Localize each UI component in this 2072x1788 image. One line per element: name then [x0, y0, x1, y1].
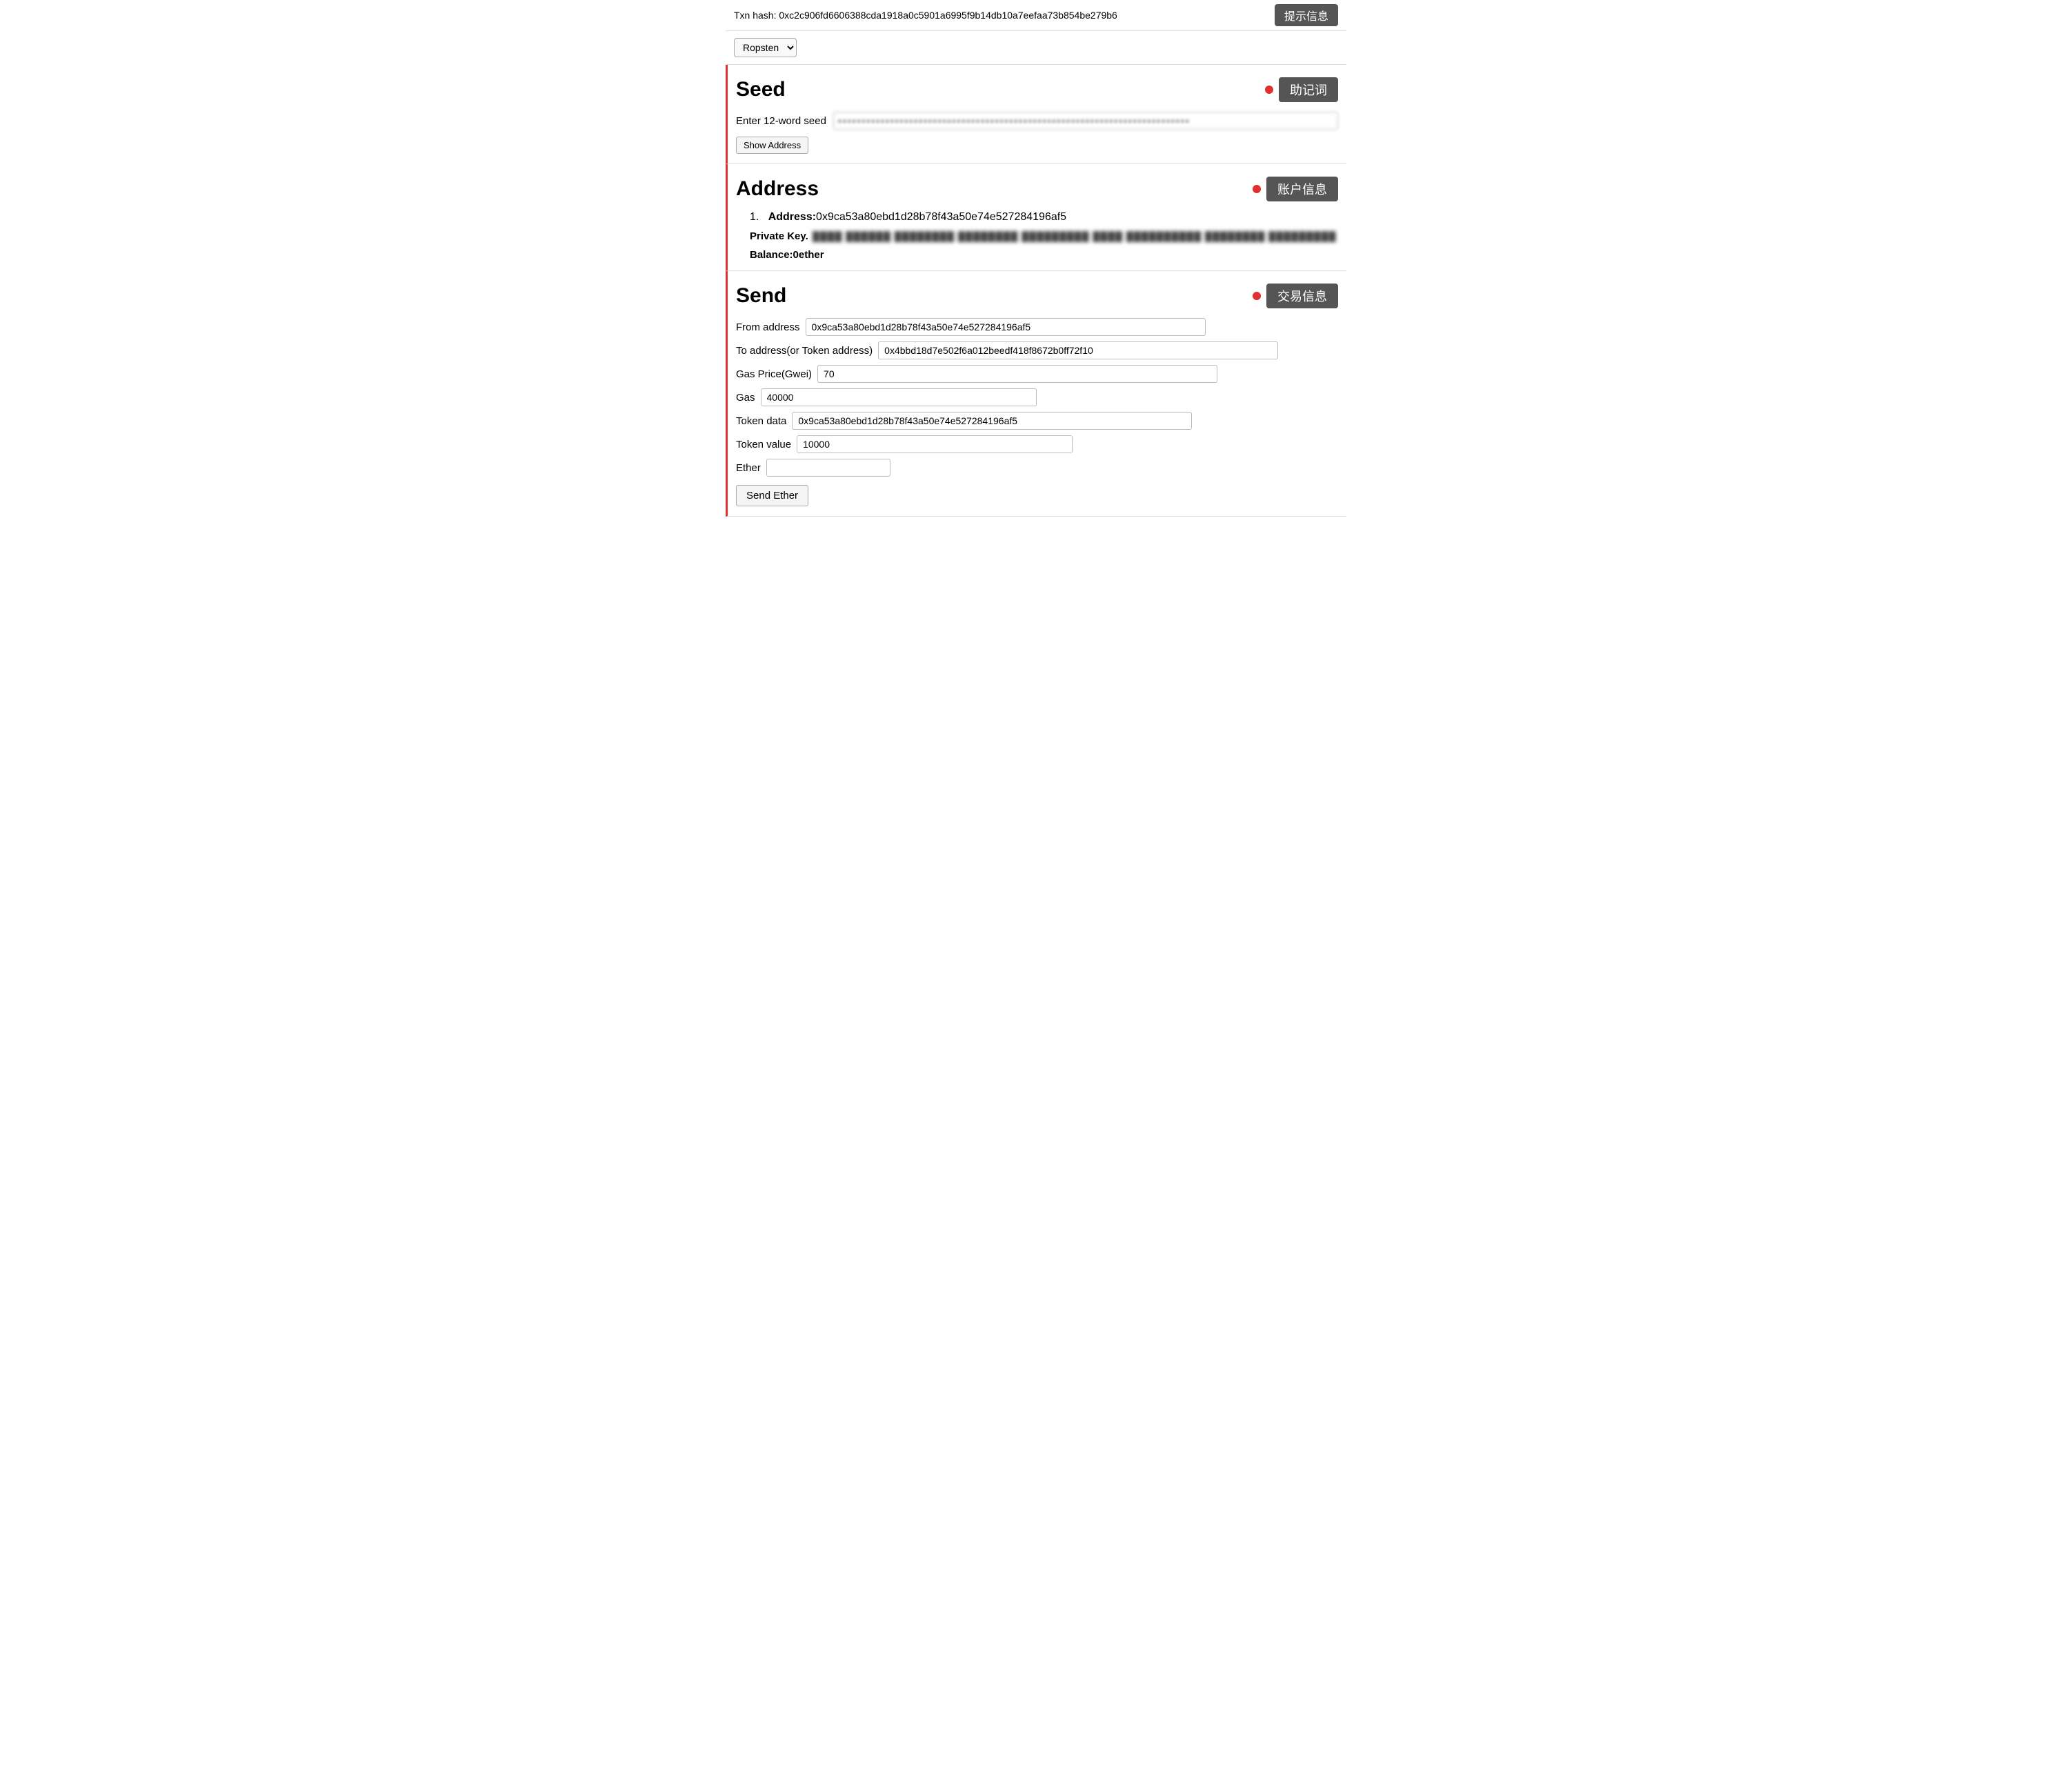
from-address-label: From address [736, 321, 800, 333]
txn-hash: Txn hash: 0xc2c906fd6606388cda1918a0c590… [734, 10, 1268, 21]
address-section: Address 账户信息 1. Address:0x9ca53a80ebd1d2… [726, 164, 1346, 271]
send-badge: 交易信息 [1266, 284, 1338, 308]
balance-value: 0ether [793, 249, 824, 261]
private-key-value: ████ ██████ ████████ ████████ █████████ … [813, 231, 1338, 242]
gas-price-input[interactable] [817, 365, 1217, 383]
balance-label: Balance: [750, 249, 793, 261]
seed-label: Enter 12-word seed [736, 115, 826, 127]
gas-price-label: Gas Price(Gwei) [736, 368, 812, 380]
ether-row: Ether [736, 459, 1338, 477]
send-ether-button[interactable]: Send Ether [736, 485, 808, 506]
send-red-dot [1253, 292, 1261, 300]
seed-input[interactable] [833, 112, 1338, 130]
private-key-label: Private Key. [750, 230, 808, 242]
seed-title: Seed [736, 78, 786, 101]
balance-line: Balance:0ether [750, 249, 1338, 261]
tooltip-badge: 提示信息 [1275, 4, 1338, 26]
send-badge-wrap: 交易信息 [1253, 284, 1338, 308]
seed-input-row: Enter 12-word seed [736, 112, 1338, 130]
address-red-dot [1253, 185, 1261, 193]
send-title: Send [736, 284, 786, 308]
address-item: 1. Address:0x9ca53a80ebd1d28b78f43a50e74… [736, 211, 1338, 261]
token-value-input[interactable] [797, 435, 1073, 453]
from-address-input[interactable] [806, 318, 1206, 336]
seed-section-header: Seed 助记词 [736, 77, 1338, 102]
address-badge-wrap: 账户信息 [1253, 177, 1338, 201]
gas-input[interactable] [761, 388, 1037, 406]
to-address-label: To address(or Token address) [736, 345, 873, 357]
address-label: Address: [768, 211, 816, 223]
show-address-button[interactable]: Show Address [736, 137, 808, 154]
from-address-row: From address [736, 318, 1338, 336]
address-section-header: Address 账户信息 [736, 177, 1338, 201]
address-title: Address [736, 177, 819, 201]
network-row: Ropsten [726, 31, 1346, 65]
seed-section: Seed 助记词 Enter 12-word seed Show Address [726, 65, 1346, 164]
token-value-label: Token value [736, 439, 791, 450]
ether-input[interactable] [766, 459, 890, 477]
network-select[interactable]: Ropsten [734, 38, 797, 57]
address-line: 1. Address:0x9ca53a80ebd1d28b78f43a50e74… [750, 211, 1338, 223]
to-address-row: To address(or Token address) [736, 341, 1338, 359]
send-section: Send 交易信息 From address To address(or Tok… [726, 271, 1346, 517]
seed-badge-wrap: 助记词 [1265, 77, 1338, 102]
token-value-row: Token value [736, 435, 1338, 453]
to-address-input[interactable] [878, 341, 1278, 359]
gas-row: Gas [736, 388, 1338, 406]
send-section-header: Send 交易信息 [736, 284, 1338, 308]
seed-badge: 助记词 [1279, 77, 1338, 102]
token-data-label: Token data [736, 415, 786, 427]
gas-label: Gas [736, 392, 755, 404]
address-value: 0x9ca53a80ebd1d28b78f43a50e74e527284196a… [816, 211, 1066, 223]
top-bar: Txn hash: 0xc2c906fd6606388cda1918a0c590… [726, 0, 1346, 31]
token-data-input[interactable] [792, 412, 1192, 430]
item-number: 1. [750, 211, 759, 223]
token-data-row: Token data [736, 412, 1338, 430]
gas-price-row: Gas Price(Gwei) [736, 365, 1338, 383]
seed-red-dot [1265, 86, 1273, 94]
private-key-line: Private Key. ████ ██████ ████████ ██████… [750, 230, 1338, 242]
ether-label: Ether [736, 462, 761, 474]
address-badge: 账户信息 [1266, 177, 1338, 201]
